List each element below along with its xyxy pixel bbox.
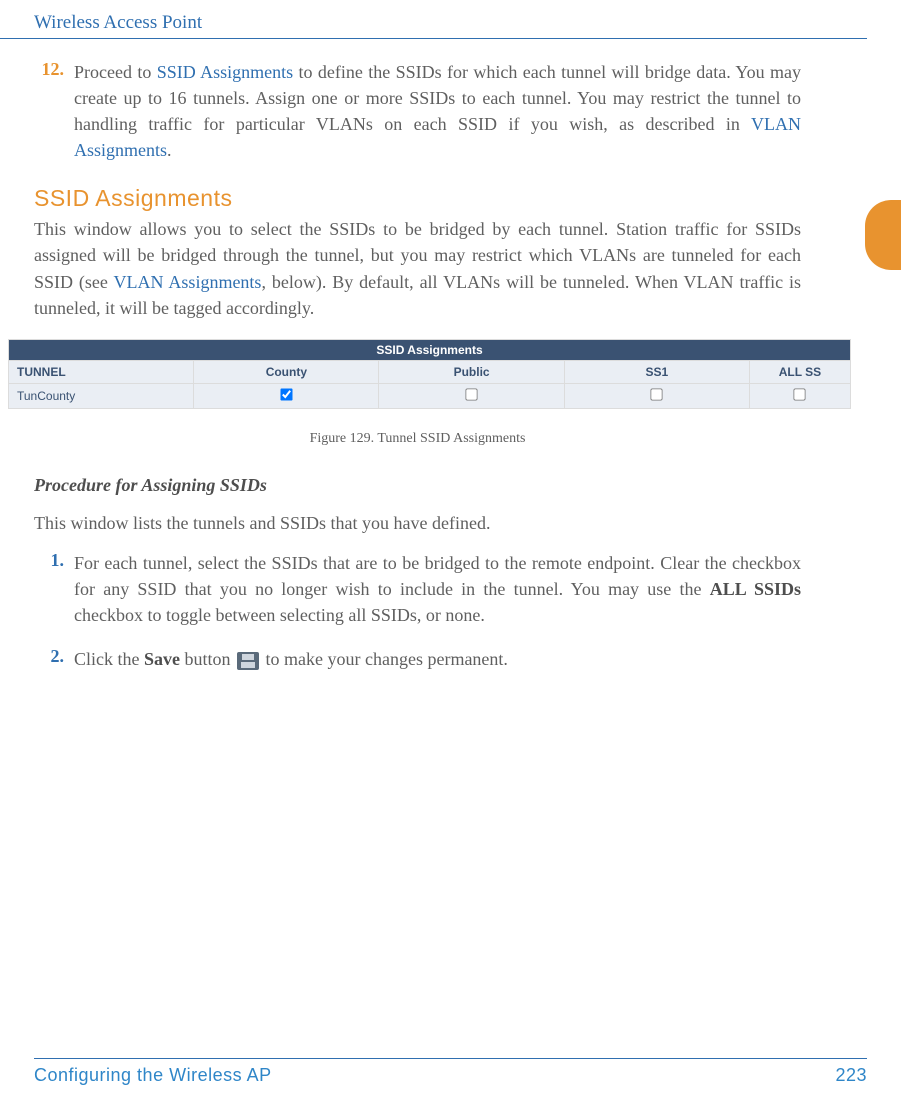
figure-titlebar: SSID Assignments (8, 339, 851, 360)
text: checkbox to toggle between selecting all… (74, 605, 485, 625)
procedure-heading: Procedure for Assigning SSIDs (34, 475, 801, 496)
step-number: 12. (34, 59, 74, 163)
checkbox-ss1[interactable] (651, 388, 663, 400)
footer-page-number: 223 (835, 1065, 867, 1086)
checkbox-public[interactable] (465, 388, 477, 400)
checkbox-county[interactable] (280, 388, 292, 400)
step-12: 12. Proceed to SSID Assignments to defin… (34, 59, 801, 163)
page-tab-decoration (865, 200, 901, 270)
col-county: County (194, 360, 379, 383)
page-content: 12. Proceed to SSID Assignments to defin… (0, 39, 901, 672)
text: . (167, 140, 172, 160)
col-tunnel: TUNNEL (9, 360, 194, 383)
running-header: Wireless Access Point (0, 0, 867, 39)
figure-ssid-assignments: SSID Assignments TUNNEL County Public SS… (8, 339, 851, 409)
cell-tunnel-name: TunCounty (9, 383, 194, 408)
bold-all-ssids: ALL SSIDs (710, 579, 801, 599)
checkbox-all-ss[interactable] (794, 388, 806, 400)
procedure-intro: This window lists the tunnels and SSIDs … (34, 510, 801, 536)
cell-ss1 (564, 383, 749, 408)
table-header-row: TUNNEL County Public SS1 ALL SS (9, 360, 851, 383)
page-footer: Configuring the Wireless AP 223 (34, 1058, 867, 1086)
col-public: Public (379, 360, 564, 383)
text: to make your changes permanent. (261, 649, 508, 669)
text: button (180, 649, 235, 669)
cell-all-ss (749, 383, 850, 408)
step-text: Proceed to SSID Assignments to define th… (74, 59, 801, 163)
text: For each tunnel, select the SSIDs that a… (74, 553, 801, 599)
step-number: 1. (34, 550, 74, 628)
save-icon (237, 652, 259, 670)
cell-public (379, 383, 564, 408)
col-ss1: SS1 (564, 360, 749, 383)
step-number: 2. (34, 646, 74, 672)
col-all-ss: ALL SS (749, 360, 850, 383)
cell-county (194, 383, 379, 408)
procedure-step-1: 1. For each tunnel, select the SSIDs tha… (34, 550, 801, 628)
step-text: Click the Save button to make your chang… (74, 646, 508, 672)
text: Click the (74, 649, 144, 669)
link-vlan-assignments[interactable]: VLAN Assignments (114, 272, 262, 292)
link-ssid-assignments[interactable]: SSID Assignments (157, 62, 293, 82)
figure-caption: Figure 129. Tunnel SSID Assignments (34, 431, 801, 447)
step-text: For each tunnel, select the SSIDs that a… (74, 550, 801, 628)
section-heading-ssid-assignments: SSID Assignments (34, 185, 801, 212)
procedure-step-2: 2. Click the Save button to make your ch… (34, 646, 801, 672)
text: Proceed to (74, 62, 157, 82)
section-paragraph: This window allows you to select the SSI… (34, 216, 801, 320)
bold-save: Save (144, 649, 180, 669)
ssid-assignments-table: TUNNEL County Public SS1 ALL SS TunCount… (8, 360, 851, 409)
footer-section-title: Configuring the Wireless AP (34, 1065, 272, 1086)
table-row: TunCounty (9, 383, 851, 408)
